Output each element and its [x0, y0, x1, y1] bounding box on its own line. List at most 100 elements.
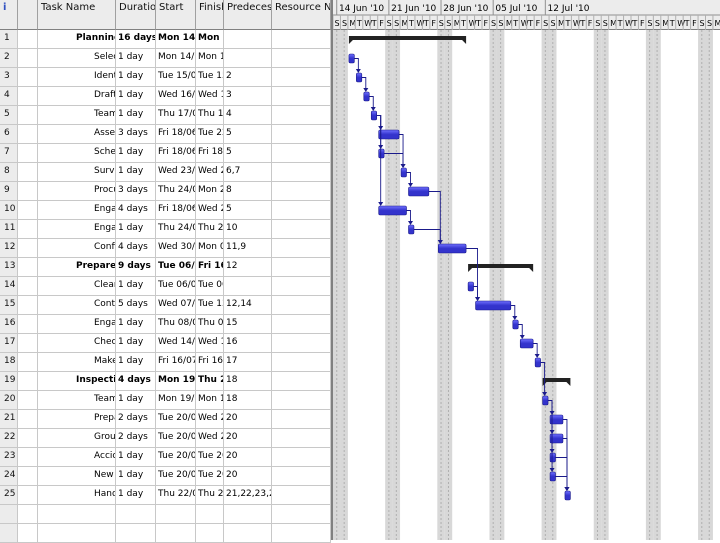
indicator-cell[interactable] [18, 125, 38, 144]
table-row[interactable]: 24New covers for site1 dayTue 20/07/10Tu… [0, 467, 331, 486]
task-name-cell[interactable] [38, 505, 116, 524]
task-bar[interactable] [363, 91, 370, 102]
resource-names-cell[interactable] [272, 220, 331, 239]
duration-cell[interactable]: 4 days [116, 201, 156, 220]
indicator-cell[interactable] [18, 220, 38, 239]
resource-names-cell[interactable] [272, 30, 331, 49]
indicator-cell[interactable] [18, 239, 38, 258]
finish-cell[interactable]: Fri 16/07/10 [196, 353, 224, 372]
finish-cell[interactable]: Fri 16/07/10 [196, 258, 224, 277]
task-name-cell[interactable]: Prepare Site [38, 258, 116, 277]
duration-cell[interactable]: 2 days [116, 429, 156, 448]
finish-column-header[interactable]: Finish [196, 0, 224, 30]
finish-cell[interactable]: Thu 17/06/10 [196, 106, 224, 125]
task-name-cell[interactable]: Select architect [38, 49, 116, 68]
duration-cell[interactable]: 4 days [116, 372, 156, 391]
start-cell[interactable]: Tue 20/07/10 [156, 410, 196, 429]
table-row[interactable]: 6 Assessing of exam3 daysFri 18/06/10Tue … [0, 125, 331, 144]
task-bar[interactable] [549, 471, 556, 482]
table-row[interactable]: 19 Inspection and admin4 daysMon 19/07/10… [0, 372, 331, 391]
table-row[interactable]: 8Surveying members1 dayWed 23/06/10Wed 2… [0, 163, 331, 182]
start-cell[interactable]: Mon 14/06/10 [156, 49, 196, 68]
predecessors-cell[interactable] [224, 49, 272, 68]
resource-names-cell[interactable] [272, 87, 331, 106]
predecessors-cell[interactable]: 5 [224, 201, 272, 220]
finish-cell[interactable]: Tue 20/07/10 [196, 467, 224, 486]
duration-cell[interactable]: 1 day [116, 144, 156, 163]
task-id-cell[interactable] [0, 505, 18, 524]
duration-cell[interactable]: 1 day [116, 315, 156, 334]
table-row[interactable]: 13 Prepare Site9 daysTue 06/07/10Fri 16/0… [0, 258, 331, 277]
table-row[interactable]: 2Select architect1 dayMon 14/06/10Mon 14… [0, 49, 331, 68]
finish-cell[interactable] [196, 505, 224, 524]
finish-cell[interactable]: Thu 22/07/10 [196, 372, 224, 391]
resource-names-column-header[interactable]: Resource Names [272, 0, 331, 30]
indicator-cell[interactable] [18, 315, 38, 334]
task-bar[interactable] [400, 167, 407, 178]
finish-cell[interactable]: Thu 24/06/10 [196, 220, 224, 239]
task-id-cell[interactable]: 1 [0, 30, 18, 49]
empty-table-row[interactable] [0, 524, 331, 543]
finish-cell[interactable]: Thu 22/07/10 [196, 486, 224, 505]
task-bar[interactable] [378, 205, 407, 216]
start-cell[interactable]: Tue 06/07/10 [156, 258, 196, 277]
task-id-cell[interactable]: 24 [0, 467, 18, 486]
task-id-cell[interactable]: 17 [0, 334, 18, 353]
resource-names-cell[interactable] [272, 467, 331, 486]
duration-cell[interactable]: 1 day [116, 486, 156, 505]
resource-names-cell[interactable] [272, 334, 331, 353]
task-name-cell[interactable]: Engage designer [38, 201, 116, 220]
start-cell[interactable]: Thu 24/06/10 [156, 220, 196, 239]
table-row[interactable]: 5Team members read1 dayThu 17/06/10Thu 1… [0, 106, 331, 125]
table-row[interactable]: 11Engage contractor1 dayThu 24/06/10Thu … [0, 220, 331, 239]
indicator-cell[interactable] [18, 201, 38, 220]
task-bar[interactable] [348, 53, 355, 64]
finish-cell[interactable]: Mon 05/07/10 [196, 239, 224, 258]
task-bar[interactable] [370, 110, 377, 121]
indicator-cell[interactable] [18, 524, 38, 543]
predecessors-cell[interactable]: 2 [224, 68, 272, 87]
task-bar[interactable] [512, 319, 519, 330]
predecessors-cell[interactable] [224, 505, 272, 524]
task-bar[interactable] [549, 452, 556, 463]
duration-cell[interactable]: 1 day [116, 353, 156, 372]
table-row[interactable]: 9 Procure materials3 daysThu 24/06/10Mon … [0, 182, 331, 201]
start-cell[interactable]: Fri 18/06/10 [156, 125, 196, 144]
finish-cell[interactable]: Mon 05/07/10 [196, 30, 224, 49]
start-cell[interactable]: Wed 14/07/10 [156, 334, 196, 353]
predecessors-cell[interactable]: 10 [224, 220, 272, 239]
table-row[interactable]: 4Draft team roles1 dayWed 16/06/10Wed 16… [0, 87, 331, 106]
task-bar[interactable] [438, 243, 467, 254]
task-id-cell[interactable]: 20 [0, 391, 18, 410]
resource-names-cell[interactable] [272, 125, 331, 144]
duration-cell[interactable]: 4 days [116, 239, 156, 258]
duration-cell[interactable] [116, 524, 156, 543]
indicator-cell[interactable] [18, 486, 38, 505]
start-cell[interactable]: Fri 16/07/10 [156, 353, 196, 372]
start-cell[interactable]: Thu 08/07/10 [156, 315, 196, 334]
start-cell[interactable]: Tue 06/07/10 [156, 277, 196, 296]
duration-cell[interactable]: 1 day [116, 277, 156, 296]
task-id-cell[interactable]: 15 [0, 296, 18, 315]
finish-cell[interactable]: Wed 21/07/10 [196, 429, 224, 448]
resource-names-cell[interactable] [272, 144, 331, 163]
finish-cell[interactable]: Tue 15/06/10 [196, 68, 224, 87]
task-name-cell[interactable]: New covers for site [38, 467, 116, 486]
indicator-cell[interactable] [18, 277, 38, 296]
duration-cell[interactable]: 3 days [116, 182, 156, 201]
finish-cell[interactable]: Fri 18/06/10 [196, 144, 224, 163]
table-row[interactable]: 14Clear site1 dayTue 06/07/10Tue 06/07/1… [0, 277, 331, 296]
task-name-cell[interactable]: Procure materials [38, 182, 116, 201]
finish-cell[interactable]: Tue 20/07/10 [196, 448, 224, 467]
start-cell[interactable]: Wed 07/07/10 [156, 296, 196, 315]
finish-cell[interactable]: Wed 23/06/10 [196, 201, 224, 220]
task-name-cell[interactable]: Contact neighbours [38, 296, 116, 315]
duration-cell[interactable]: 1 day [116, 448, 156, 467]
task-bar[interactable] [542, 395, 549, 406]
task-name-cell[interactable]: Prepare issued tools [38, 410, 116, 429]
indicator-cell[interactable] [18, 182, 38, 201]
predecessors-cell[interactable]: 4 [224, 106, 272, 125]
start-cell[interactable]: Wed 23/06/10 [156, 163, 196, 182]
duration-cell[interactable] [116, 505, 156, 524]
task-name-column-header[interactable]: Task Name [38, 0, 116, 30]
